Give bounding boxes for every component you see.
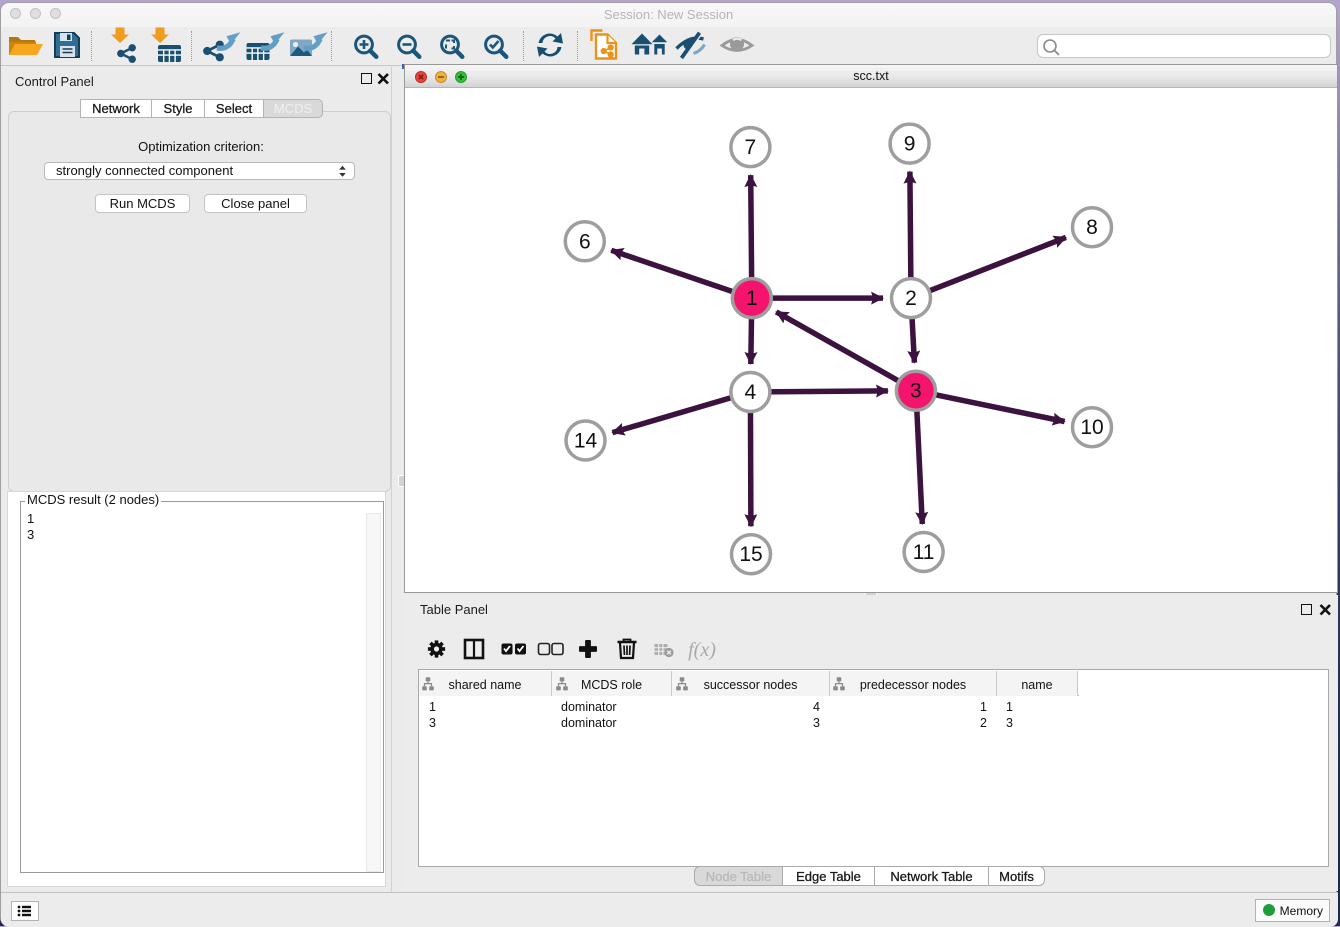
svg-text:8: 8 bbox=[1086, 216, 1098, 239]
svg-text:4: 4 bbox=[745, 381, 757, 404]
svg-text:1: 1 bbox=[746, 287, 758, 310]
svg-text:9: 9 bbox=[904, 133, 916, 156]
svg-text:10: 10 bbox=[1080, 416, 1103, 439]
svg-text:6: 6 bbox=[579, 230, 591, 253]
svg-text:7: 7 bbox=[745, 136, 757, 159]
svg-text:f(x): f(x) bbox=[688, 639, 716, 661]
svg-text:15: 15 bbox=[739, 543, 762, 566]
svg-text:14: 14 bbox=[574, 430, 598, 453]
svg-text:2: 2 bbox=[905, 287, 917, 310]
svg-text:3: 3 bbox=[910, 380, 922, 403]
svg-text:11: 11 bbox=[913, 541, 935, 564]
